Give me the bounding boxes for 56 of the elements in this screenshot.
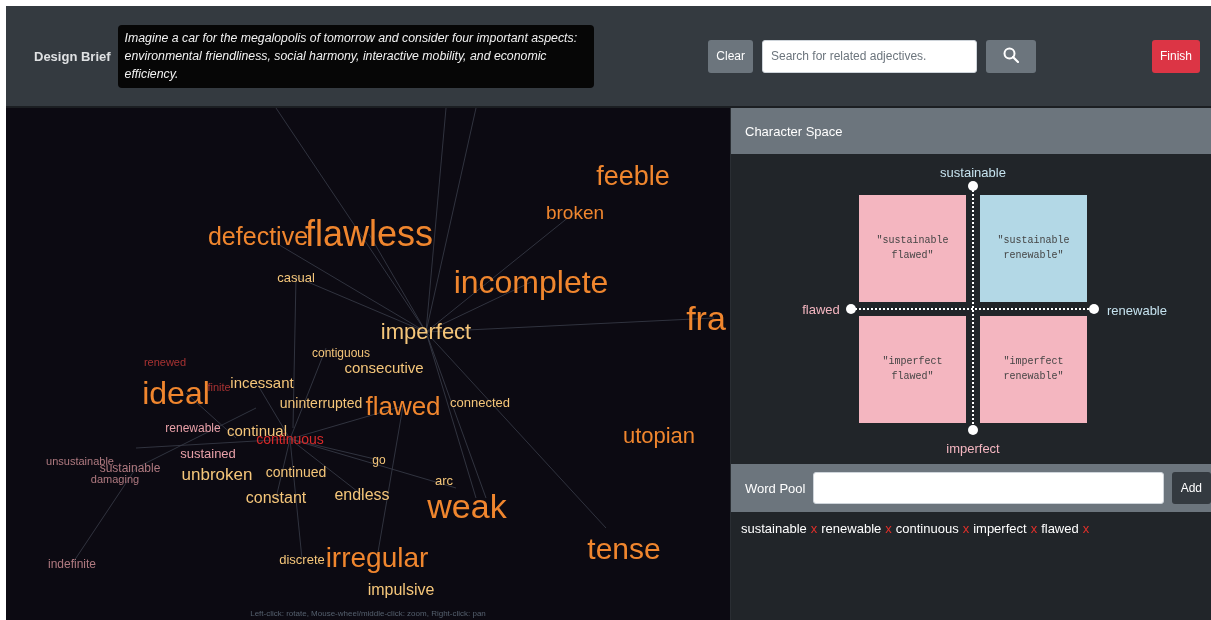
word-node[interactable]: continued bbox=[265, 465, 327, 479]
controls-hint: Left-click: rotate, Mouse-wheel/middle-click: zoom, Right-click: pan bbox=[250, 609, 486, 618]
remove-link[interactable]: x bbox=[810, 521, 818, 536]
axis-label: sustainable bbox=[940, 164, 1006, 180]
pool-word: sustainable bbox=[741, 521, 807, 536]
word-node[interactable]: renewable bbox=[165, 422, 221, 434]
word-node[interactable]: connected bbox=[450, 395, 510, 409]
word-node[interactable]: arc bbox=[434, 473, 454, 487]
pool-word: flawed bbox=[1041, 521, 1079, 536]
word-node[interactable]: unbroken bbox=[181, 465, 253, 483]
word-node[interactable]: contiguous bbox=[312, 347, 370, 359]
quadrant-label: "sustainable renewable" bbox=[996, 234, 1071, 263]
clear-button[interactable]: Clear bbox=[708, 39, 753, 73]
panel-title: Character Space bbox=[731, 108, 1211, 154]
word-node[interactable]: weak bbox=[427, 489, 507, 523]
word-node[interactable]: incomplete bbox=[453, 266, 609, 298]
word-node[interactable]: broken bbox=[545, 202, 605, 222]
design-brief-text: Imagine a car for the megalopolis of tomorrow and consider four important aspects: environmental friendliness, social harmony, interactive mobility, and economic efficiency. bbox=[117, 24, 594, 88]
word-node[interactable]: sustainable bbox=[99, 462, 161, 474]
remove-link[interactable]: x bbox=[1030, 521, 1038, 536]
design-brief-label: Design Brief bbox=[34, 48, 111, 64]
word-node[interactable]: uninterrupted bbox=[279, 396, 363, 410]
word-node[interactable]: tense bbox=[587, 534, 661, 564]
axis-label: flawed bbox=[802, 301, 840, 317]
axis-label: renewable bbox=[1107, 302, 1167, 318]
word-node[interactable]: damaging bbox=[90, 473, 140, 485]
pool-word: imperfect bbox=[973, 521, 1027, 536]
word-node[interactable]: incessant bbox=[230, 374, 294, 390]
word-node[interactable]: imperfect bbox=[380, 321, 472, 343]
search-field[interactable]: Search for related adjectives. bbox=[762, 39, 977, 73]
word-node[interactable]: consecutive bbox=[344, 359, 424, 375]
add-button[interactable]: Add bbox=[1171, 472, 1211, 504]
word-node[interactable]: impulsive bbox=[367, 582, 435, 598]
pool-word: renewable bbox=[821, 521, 882, 536]
word-node[interactable]: flawed bbox=[365, 393, 441, 419]
word-node[interactable]: casual bbox=[277, 270, 315, 284]
word-node[interactable]: feeble bbox=[596, 162, 670, 190]
word-node[interactable]: sustained bbox=[180, 446, 236, 460]
word-node[interactable]: irregular bbox=[325, 544, 429, 572]
word-node[interactable]: constant bbox=[245, 490, 307, 506]
quadrant-label: "imperfect renewable" bbox=[1002, 355, 1065, 384]
word-node[interactable]: utopian bbox=[622, 425, 696, 447]
pool-word: continuous bbox=[895, 521, 959, 536]
word-node[interactable]: endless bbox=[334, 487, 390, 503]
word-node[interactable]: flawless bbox=[305, 216, 433, 252]
word-pool-label: Word Pool bbox=[745, 480, 806, 496]
remove-link[interactable]: x bbox=[962, 521, 970, 536]
quadrant-label: "imperfect flawed" bbox=[881, 355, 944, 384]
remove-link[interactable]: x bbox=[1082, 521, 1090, 536]
axis-label: imperfect bbox=[946, 440, 1000, 456]
finish-button[interactable]: Finish bbox=[1152, 39, 1200, 73]
word-node[interactable]: fra bbox=[686, 301, 726, 335]
word-node[interactable]: indefinite bbox=[48, 558, 96, 570]
word-node[interactable]: go bbox=[372, 454, 386, 466]
quadrant-label: "sustainable flawed" bbox=[875, 234, 950, 263]
word-node[interactable]: discrete bbox=[279, 552, 325, 566]
